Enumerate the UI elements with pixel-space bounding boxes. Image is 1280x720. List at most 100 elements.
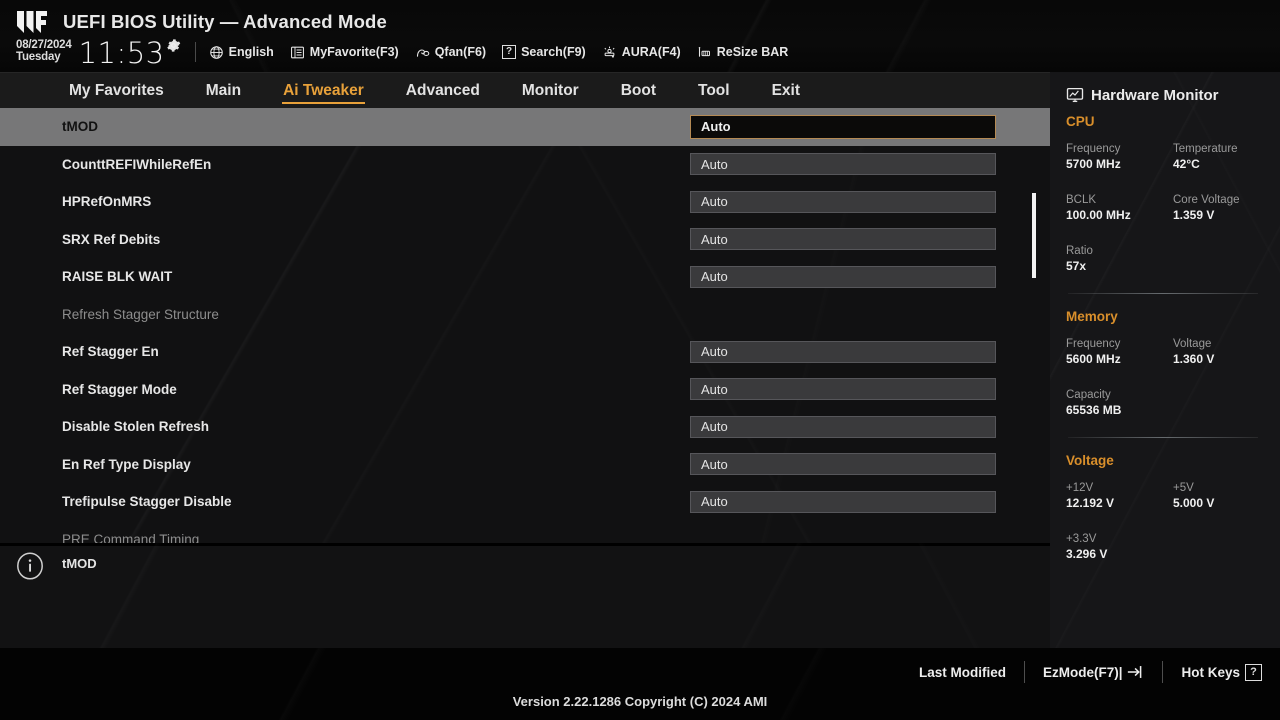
hwmon-metric-label: Frequency (1066, 143, 1121, 155)
last-modified-label: Last Modified (918, 664, 1006, 680)
hwmon-metric-label: BCLK (1066, 194, 1097, 206)
header-item-english[interactable]: English (209, 45, 274, 60)
fan-icon (416, 48, 429, 57)
option-value-field[interactable]: Auto (690, 340, 996, 363)
menu-item-monitor[interactable]: Monitor (501, 74, 600, 108)
option-row[interactable]: Ref Stagger Mode Auto (0, 371, 1050, 409)
arrow-right-box-icon (1128, 666, 1142, 678)
option-label: SRX Ref Debits (62, 231, 161, 247)
option-value-text: Auto (701, 194, 728, 210)
option-row[interactable]: Disable Stolen Refresh Auto (0, 408, 1050, 446)
hwmon-metric-label: Core Voltage (1173, 194, 1240, 206)
option-label: Ref Stagger Mode (62, 381, 177, 397)
gear-icon[interactable] (166, 38, 181, 53)
option-label: tMOD (62, 119, 98, 135)
hwmon-metric: Temperature 42°C (1173, 143, 1238, 171)
option-value-field[interactable]: Auto (690, 265, 996, 288)
option-value-field[interactable]: Auto (690, 378, 996, 401)
monitor-icon (1066, 87, 1084, 103)
page-title: UEFI BIOS Utility — Advanced Mode (63, 11, 387, 32)
hwmon-metric-label: +5V (1173, 482, 1194, 494)
menu-item-my-favorites[interactable]: My Favorites (48, 74, 185, 108)
top-header: UEFI BIOS Utility — Advanced Mode 08/27/… (0, 0, 1280, 72)
scrollbar-track[interactable] (1033, 108, 1036, 543)
option-label: En Ref Type Display (62, 456, 191, 472)
menu-item-exit[interactable]: Exit (751, 74, 821, 108)
header-item-label: AURA(F4) (621, 45, 681, 59)
option-row[interactable]: En Ref Type Display Auto (0, 446, 1050, 484)
option-value-field[interactable]: Auto (690, 453, 996, 476)
hwmon-metric-label: Voltage (1173, 338, 1212, 350)
hardware-monitor-header: Hardware Monitor (1066, 86, 1219, 104)
hwmon-section-title: Memory (1066, 309, 1118, 324)
option-value-text: Auto (701, 156, 728, 172)
header-item-label: Qfan(F6) (434, 45, 487, 59)
bottom-divider (1162, 661, 1164, 683)
option-value-text: Auto (701, 494, 728, 510)
option-value-field[interactable]: Auto (690, 490, 996, 513)
option-row[interactable]: Ref Stagger En Auto (0, 333, 1050, 371)
option-row[interactable]: tMOD Auto (0, 108, 1050, 146)
section-header-row: Refresh Stagger Structure (0, 296, 1050, 334)
menu-item-ai-tweaker[interactable]: Ai Tweaker (262, 74, 385, 108)
hotkeys-button[interactable]: Hot Keys ? (1181, 663, 1262, 681)
main-menu-bar: My Favorites Main Ai Tweaker Advanced Monito… (0, 72, 1050, 108)
hwmon-metric-label: Ratio (1066, 245, 1093, 257)
option-row[interactable]: HPRefOnMRS Auto (0, 183, 1050, 221)
option-value-field[interactable]: Auto (690, 153, 996, 176)
header-item-label: MyFavorite(F3) (309, 45, 399, 59)
option-value-text: Auto (701, 456, 728, 472)
option-label: Trefipulse Stagger Disable (62, 494, 232, 510)
option-label: PRE Command Timing (62, 531, 200, 543)
option-row[interactable]: RAISE BLK WAIT Auto (0, 258, 1050, 296)
hwmon-metric-value: 100.00 MHz (1066, 208, 1131, 222)
option-value-field[interactable]: Auto (690, 190, 996, 213)
option-row[interactable]: CounttREFIWhileRefEn Auto (0, 146, 1050, 184)
option-value-field[interactable]: Auto (690, 415, 996, 438)
menu-item-main[interactable]: Main (185, 74, 262, 108)
hwmon-section-title: CPU (1066, 114, 1095, 129)
header-divider (194, 42, 196, 62)
option-row[interactable]: SRX Ref Debits Auto (0, 221, 1050, 259)
header-item-qfan[interactable]: Qfan(F6) (415, 45, 486, 60)
option-value-field[interactable]: Auto (690, 228, 996, 251)
hwmon-metric: +12V 12.192 V (1066, 482, 1114, 510)
hwmon-metric-label: Capacity (1066, 389, 1111, 401)
last-modified-button[interactable]: Last Modified (919, 665, 1006, 680)
header-item-resize-bar[interactable]: ReSize BAR (697, 45, 788, 60)
hwmon-divider (1068, 293, 1258, 294)
header-item-myfavorite[interactable]: MyFavorite(F3) (290, 45, 399, 60)
menu-item-boot[interactable]: Boot (600, 74, 677, 108)
option-label: Refresh Stagger Structure (62, 306, 219, 322)
tuf-logo (17, 11, 47, 33)
aura-light-icon (604, 46, 615, 58)
hwmon-metric-value: 57x (1066, 259, 1087, 273)
ezmode-button[interactable]: EzMode(F7)| (1043, 665, 1145, 680)
globe-icon (209, 45, 223, 59)
hwmon-metric: +3.3V 3.296 V (1066, 533, 1107, 561)
menu-item-tool[interactable]: Tool (677, 74, 751, 108)
hwmon-metric: Frequency 5600 MHz (1066, 338, 1121, 366)
option-row[interactable]: Trefipulse Stagger Disable Auto (0, 483, 1050, 521)
option-label: Ref Stagger En (62, 344, 159, 360)
option-value-text: Auto (701, 381, 728, 397)
menu-item-advanced[interactable]: Advanced (385, 74, 501, 108)
weekday-text: Tuesday (16, 51, 61, 63)
question-box-icon: ? (502, 45, 517, 59)
scrollbar-thumb[interactable] (1032, 193, 1036, 278)
header-item-search[interactable]: ? Search(F9) (502, 45, 586, 59)
hwmon-section-title: Voltage (1066, 453, 1114, 468)
option-value-text: Auto (701, 419, 728, 435)
hwmon-metric: Voltage 1.360 V (1173, 338, 1214, 366)
hwmon-metric-value: 5.000 V (1173, 496, 1215, 510)
hwmon-metric: Ratio 57x (1066, 245, 1093, 273)
hwmon-metric-label: +12V (1066, 482, 1094, 494)
header-item-aura[interactable]: AURA(F4) (602, 45, 681, 60)
option-value-field[interactable]: Auto (690, 114, 996, 139)
hwmon-divider (1068, 437, 1258, 438)
hwmon-metric: Core Voltage 1.359 V (1173, 194, 1240, 222)
ezmode-label: EzMode(F7)| (1042, 664, 1123, 680)
hotkeys-label: Hot Keys (1181, 664, 1240, 680)
hwmon-metric-value: 5700 MHz (1066, 157, 1121, 171)
list-icon (290, 46, 304, 58)
